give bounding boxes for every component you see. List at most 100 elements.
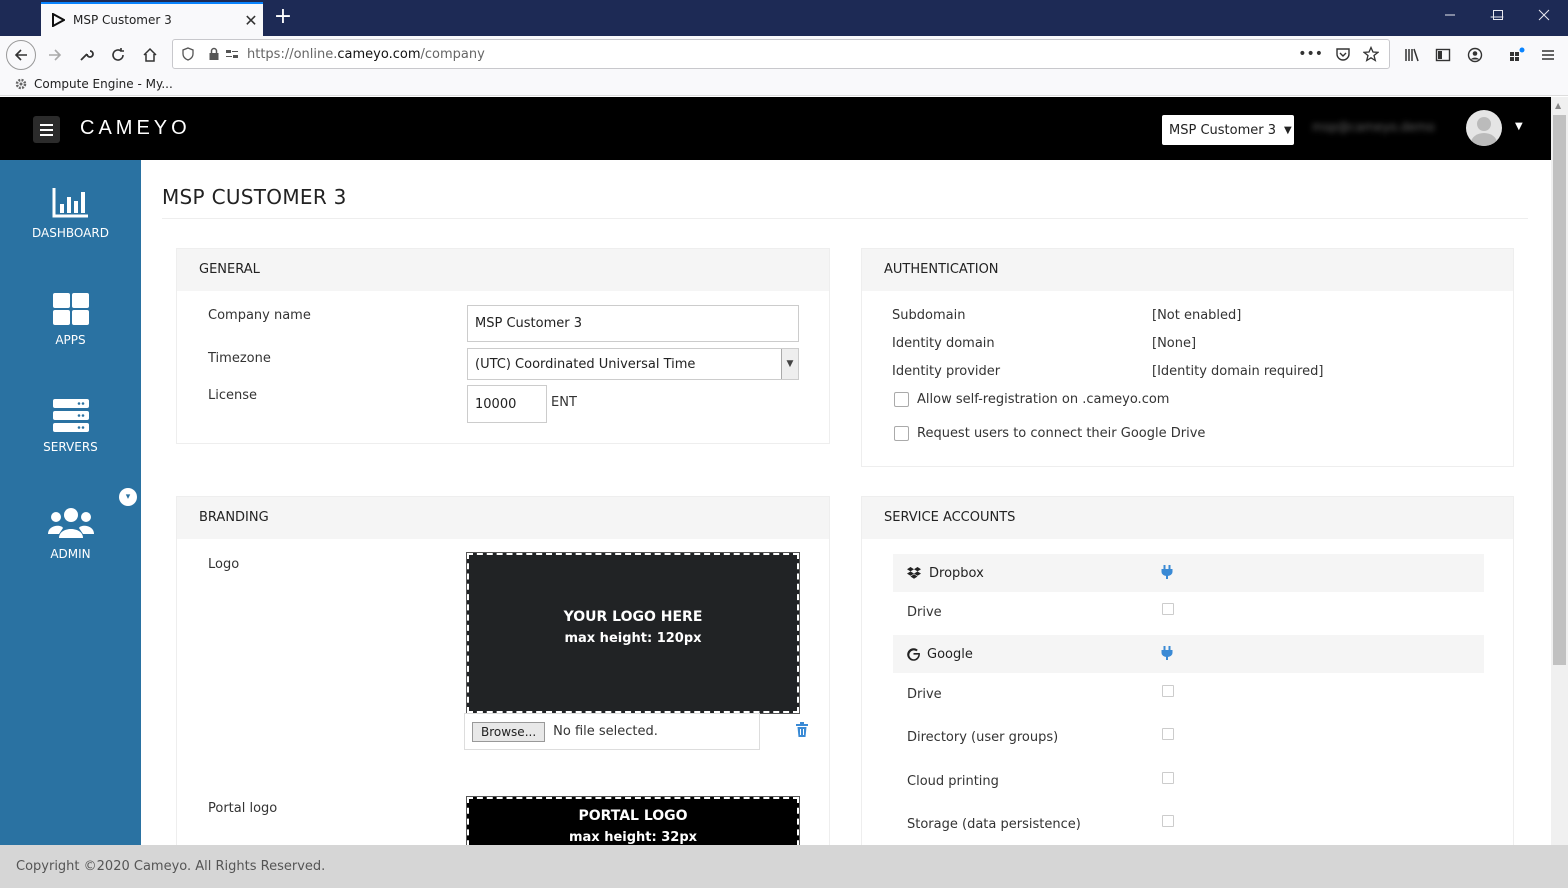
menu-icon[interactable] <box>1533 40 1563 70</box>
sidebar: DASHBOARD APPS SERVERS ADMIN ▾ <box>0 160 141 845</box>
google-row: Google <box>893 635 1484 673</box>
window-maximize-icon[interactable] <box>1475 0 1521 34</box>
bookmark-compute-engine[interactable]: Compute Engine - My... <box>14 77 173 91</box>
forward-arrow-icon[interactable] <box>40 40 70 70</box>
more-actions-icon[interactable]: ••• <box>1298 46 1323 62</box>
new-tab-button[interactable]: + <box>270 4 296 30</box>
timezone-value: (UTC) Coordinated Universal Time <box>475 356 696 372</box>
dashboard-chart-icon <box>52 188 88 218</box>
sidebar-label-admin: ADMIN <box>50 547 91 561</box>
caret-down-icon: ▼ <box>1284 124 1292 136</box>
browser-titlebar: MSP Customer 3 ✕ + — <box>0 0 1568 36</box>
app-header: CAMEYO MSP Customer 3 ▼ msp@cameyo.demo … <box>0 97 1551 160</box>
company-name-input[interactable]: MSP Customer 3 <box>467 305 799 342</box>
hamburger-menu-icon[interactable] <box>33 116 60 143</box>
window-close-icon[interactable] <box>1521 0 1567 34</box>
self-registration-label: Allow self-registration on .cameyo.com <box>917 392 1170 407</box>
sidebar-label-dashboard: DASHBOARD <box>32 226 109 240</box>
cameyo-favicon-icon <box>52 13 65 27</box>
general-heading: GENERAL <box>177 249 829 291</box>
google-cloud-printing-label: Cloud printing <box>907 774 999 789</box>
chevron-down-icon[interactable]: ▼ <box>781 349 798 379</box>
users-group-icon <box>47 508 94 538</box>
cameyo-logo[interactable]: CAMEYO <box>80 117 191 140</box>
google-cloud-printing-checkbox[interactable] <box>1162 772 1174 784</box>
window-minimize-icon[interactable] <box>1427 0 1473 34</box>
sidebar-toggle-icon[interactable] <box>1428 40 1458 70</box>
wrench-icon[interactable] <box>71 40 101 70</box>
url-bar[interactable]: https://online.cameyo.com/company ••• <box>172 39 1390 69</box>
google-storage-checkbox[interactable] <box>1162 815 1174 827</box>
google-drive-service-label: Drive <box>907 687 942 702</box>
extensions-icon[interactable] <box>1502 40 1532 70</box>
subdomain-label: Subdomain <box>892 308 966 323</box>
browser-navbar: https://online.cameyo.com/company ••• <box>0 36 1568 74</box>
apps-grid-icon <box>52 293 89 325</box>
shield-icon[interactable] <box>181 47 195 61</box>
tab-close-icon[interactable]: ✕ <box>239 11 263 30</box>
scroll-up-icon[interactable]: ▲ <box>1555 101 1561 110</box>
reload-icon[interactable] <box>103 40 133 70</box>
license-unit: ENT <box>551 395 577 410</box>
permissions-icon[interactable] <box>225 47 239 61</box>
dropbox-drive-label: Drive <box>907 605 942 620</box>
home-icon[interactable] <box>135 40 165 70</box>
tab-title: MSP Customer 3 <box>73 13 172 27</box>
google-drive-checkbox[interactable] <box>894 426 909 441</box>
pocket-icon[interactable] <box>1335 46 1351 62</box>
browser-tab[interactable]: MSP Customer 3 ✕ <box>41 2 263 36</box>
google-storage-label: Storage (data persistence) <box>907 817 1081 832</box>
servers-icon <box>52 399 89 432</box>
bookmark-star-icon[interactable] <box>1363 46 1379 62</box>
plug-icon[interactable] <box>1161 646 1173 660</box>
google-directory-label: Directory (user groups) <box>907 730 1059 745</box>
page-footer: Copyright ©2020 Cameyo. All Rights Reser… <box>0 845 1568 888</box>
user-avatar[interactable] <box>1466 110 1502 146</box>
back-arrow-icon[interactable] <box>6 40 36 70</box>
sidebar-item-admin[interactable]: ADMIN <box>0 503 141 561</box>
page-title: MSP CUSTOMER 3 <box>162 185 347 209</box>
user-menu-caret-icon[interactable]: ▼ <box>1515 121 1523 132</box>
url-prefix: https://online. <box>247 46 338 62</box>
url-text: https://online.cameyo.com/company <box>247 47 485 62</box>
browse-button[interactable]: Browse... <box>472 721 546 742</box>
service-accounts-heading: SERVICE ACCOUNTS <box>862 497 1513 539</box>
logo-file-input[interactable]: Browse... No file selected. <box>464 713 760 750</box>
branding-heading: BRANDING <box>177 497 829 539</box>
self-registration-checkbox[interactable] <box>894 392 909 407</box>
portal-logo-placeholder-title: PORTAL LOGO <box>578 808 688 824</box>
identity-domain-value: [None] <box>1152 336 1197 351</box>
bookmarks-bar: Compute Engine - My... <box>0 74 1568 96</box>
admin-expand-chevron-icon[interactable]: ▾ <box>119 488 137 506</box>
google-directory-checkbox[interactable] <box>1162 728 1174 740</box>
sidebar-item-dashboard[interactable]: DASHBOARD <box>0 182 141 240</box>
license-input[interactable]: 10000 <box>467 385 547 423</box>
trash-icon[interactable] <box>795 722 809 741</box>
customer-selector[interactable]: MSP Customer 3 ▼ <box>1162 115 1294 145</box>
lock-icon[interactable] <box>207 47 221 61</box>
subdomain-value: [Not enabled] <box>1152 308 1242 323</box>
title-divider <box>162 218 1528 219</box>
scrollbar-thumb[interactable] <box>1553 115 1566 665</box>
library-icon[interactable] <box>1397 40 1427 70</box>
identity-provider-label: Identity provider <box>892 364 1001 379</box>
url-path: /company <box>420 46 485 62</box>
sidebar-item-apps[interactable]: APPS <box>0 289 141 347</box>
bookmark-label: Compute Engine - My... <box>34 77 173 91</box>
no-file-text: No file selected. <box>553 724 658 739</box>
dropbox-drive-checkbox[interactable] <box>1162 603 1174 615</box>
plug-icon[interactable] <box>1161 565 1173 579</box>
logo-dropzone[interactable]: YOUR LOGO HERE max height: 120px <box>466 552 800 714</box>
google-drive-label: Request users to connect their Google Dr… <box>917 426 1206 441</box>
timezone-label: Timezone <box>208 351 271 366</box>
page-scrollbar[interactable]: ▲ <box>1551 97 1568 845</box>
timezone-select[interactable]: (UTC) Coordinated Universal Time ▼ <box>467 348 799 380</box>
dropbox-icon <box>907 567 921 579</box>
portal-logo-label: Portal logo <box>208 801 278 816</box>
google-drive-service-checkbox[interactable] <box>1162 685 1174 697</box>
sidebar-item-servers[interactable]: SERVERS <box>0 396 141 454</box>
portal-logo-placeholder-size: max height: 32px <box>568 830 698 845</box>
account-icon[interactable] <box>1460 40 1490 70</box>
authentication-heading: AUTHENTICATION <box>862 249 1513 291</box>
url-host: cameyo.com <box>337 46 421 62</box>
